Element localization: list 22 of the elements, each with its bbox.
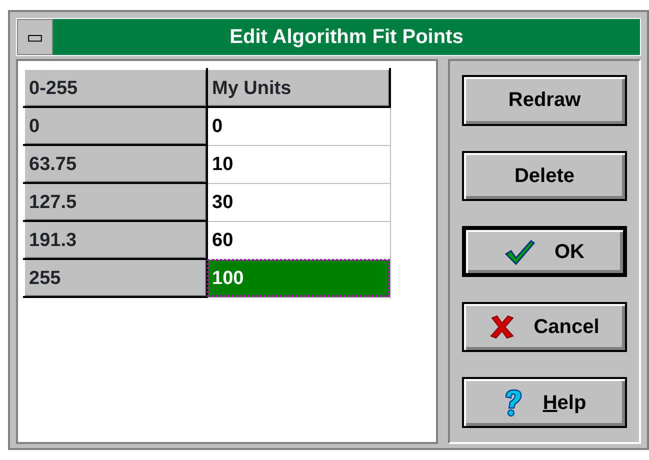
row-header: 127.5	[24, 183, 207, 221]
question-mark-icon	[502, 388, 523, 417]
row-header: 63.75	[24, 145, 207, 183]
row-header: 0	[24, 107, 207, 145]
dialog-button[interactable]: OK	[462, 226, 627, 277]
dialog-button[interactable]: Cancel	[462, 302, 627, 352]
dialog-button[interactable]: Redraw	[462, 75, 627, 126]
column-header: 0-255	[24, 69, 207, 107]
table-cell[interactable]: 10	[207, 145, 390, 183]
dialog-button[interactable]: Delete	[462, 150, 627, 202]
dialog-button[interactable]: Help	[462, 377, 627, 428]
column-header: My Units	[207, 69, 390, 107]
table-cell[interactable]: 0	[207, 107, 390, 145]
row-header: 255	[24, 259, 207, 297]
system-menu-button[interactable]: ▭	[17, 19, 53, 55]
checkmark-icon	[504, 238, 534, 264]
table-cell[interactable]: 100	[207, 259, 390, 297]
cross-icon	[490, 315, 514, 340]
table-cell[interactable]: 60	[207, 221, 390, 259]
row-header: 191.3	[24, 221, 207, 259]
table-cell[interactable]: 30	[207, 183, 390, 221]
window-title: Edit Algorithm Fit Points	[53, 19, 640, 55]
